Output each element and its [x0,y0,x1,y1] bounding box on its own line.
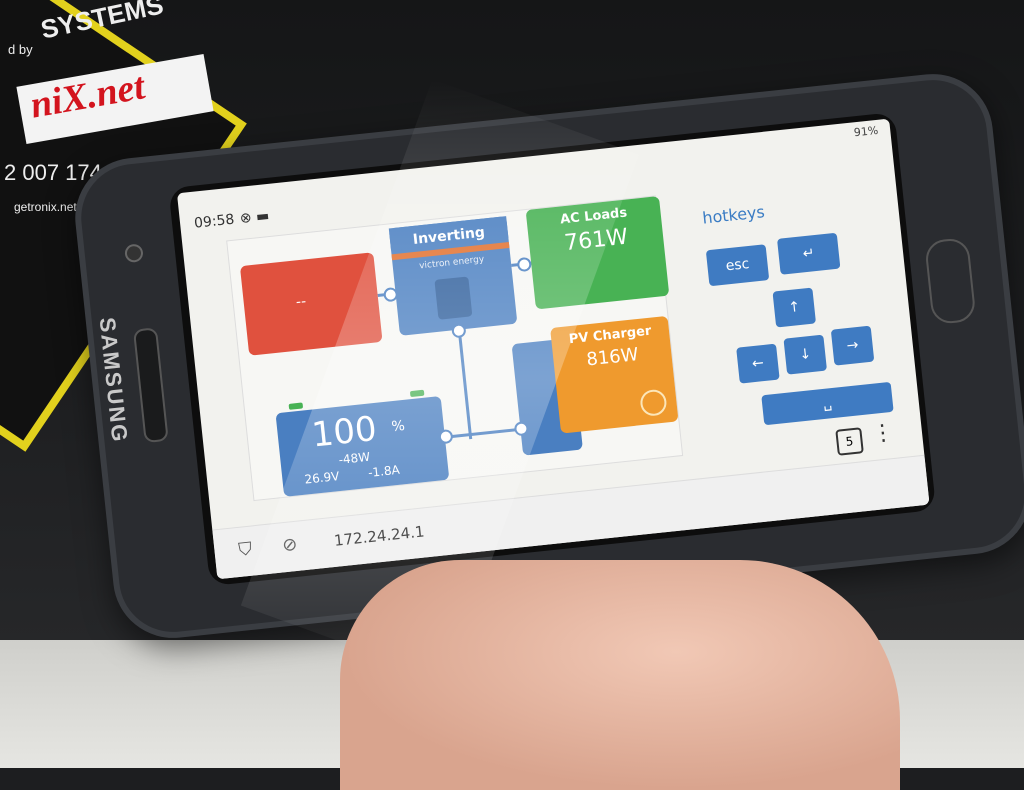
ac-loads-tile[interactable]: AC Loads 761W [525,196,670,310]
tab-count-button[interactable]: 5 [835,427,864,456]
battery-terminal-icon [288,402,304,410]
battery-tile[interactable]: 100 % -48W 26.9V -1.8A [275,389,450,497]
menu-icon[interactable]: ⋮ [871,420,895,447]
phone-brand: SAMSUNG [94,316,133,445]
sticker-site: getronix.net [14,200,77,214]
sun-icon [639,388,668,418]
url-text[interactable]: 172.24.24.1 [333,522,425,549]
camera-icon [124,243,144,264]
right-key[interactable]: → [830,325,875,366]
home-button[interactable] [924,236,977,326]
battery-voltage: 26.9V [303,469,341,487]
battery-current: -1.8A [367,462,401,480]
ac-input-tile[interactable]: -- [239,252,383,356]
space-key[interactable]: ␣ [761,381,894,426]
tracking-protection-icon[interactable]: ⊘ [281,534,298,556]
screen: 91% 09:58 ⊗ ▬ -- Inverting victron energ… [176,118,930,580]
hand [340,560,900,790]
connector-dot [516,256,532,273]
up-key[interactable]: ↑ [772,287,817,328]
phone: SAMSUNG 91% 09:58 ⊗ ▬ -- Inverting victr… [69,68,1024,644]
status-icons: ⊗ ▬ [239,207,271,227]
connector-line [444,427,525,439]
app-time: 09:58 [193,211,236,232]
esc-key[interactable]: esc [705,244,770,287]
left-key[interactable]: ← [736,343,780,384]
battery-status: 91% [853,123,879,140]
inverter-device-icon [434,276,473,320]
ac-input-value: -- [295,293,307,311]
hotkeys-title: hotkeys [701,202,766,228]
shield-icon[interactable]: ⛉ [238,539,254,561]
connector-dot [451,323,467,339]
enter-key[interactable]: ↵ [776,232,841,275]
connector-line [457,329,473,440]
inverter-tile[interactable]: Inverting victron energy [388,216,518,336]
down-key[interactable]: ↓ [783,334,828,375]
pv-charger-tile[interactable]: PV Charger 816W [550,315,679,434]
speaker [132,327,169,444]
battery-power: -48W [337,449,371,467]
battery-terminal-icon [409,389,425,398]
sticker-by: d by [8,42,33,57]
overview-panel: -- Inverting victron energy AC Loads 761… [226,195,684,502]
battery-soc: 100 [309,408,379,456]
battery-soc-unit: % [390,417,406,436]
connector-dot [438,428,454,445]
